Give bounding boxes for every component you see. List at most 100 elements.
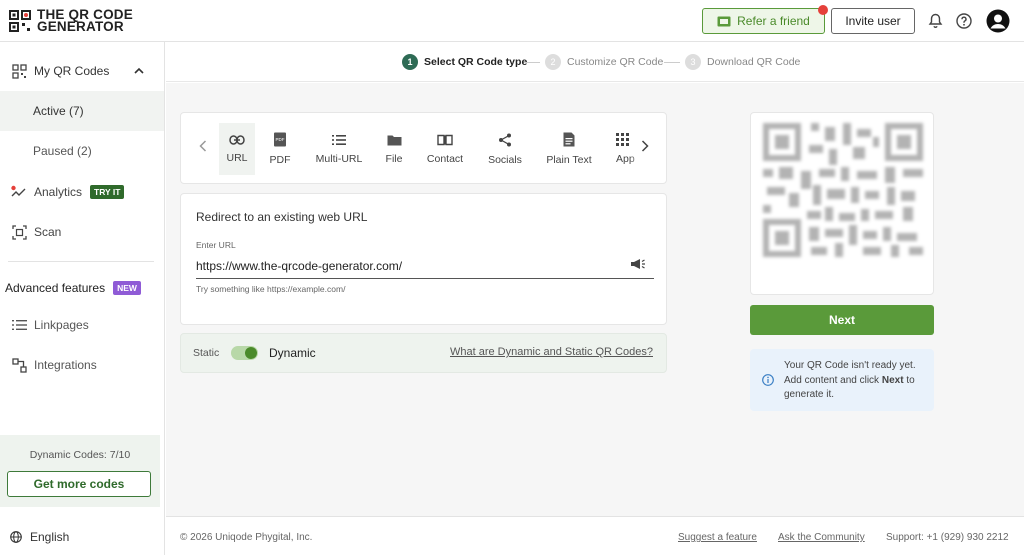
invite-user-button[interactable]: Invite user [831, 8, 915, 34]
info-text: Your QR Code isn't ready yet. Add conten… [784, 359, 926, 403]
integrations-icon [10, 356, 28, 374]
type-contact[interactable]: Contact [424, 123, 466, 175]
new-badge: NEW [113, 281, 141, 295]
sidebar-label: Paused (2) [33, 144, 92, 158]
bell-icon[interactable] [926, 12, 944, 30]
sidebar-item-linkpages[interactable]: Linkpages [0, 305, 164, 345]
support-phone: Support: +1 (929) 930 2212 [886, 532, 1009, 543]
type-label: Multi-URL [315, 152, 363, 165]
info-line: Add content and click [784, 374, 880, 386]
info-message: Your QR Code isn't ready yet. Add conten… [750, 349, 934, 411]
sidebar-item-active[interactable]: Active (7) [0, 91, 164, 131]
switch-knob [245, 347, 257, 359]
type-pdf[interactable]: PDF PDF [265, 123, 295, 175]
sidebar-label: Analytics [34, 185, 83, 199]
qr-mode-toggle-bar: Static Dynamic What are Dynamic and Stat… [180, 333, 667, 373]
pdf-file-icon: PDF [274, 132, 286, 147]
qr-types-help-link[interactable]: What are Dynamic and Static QR Codes? [450, 346, 653, 358]
sidebar-divider [8, 261, 154, 262]
step-1[interactable]: 1 Select QR Code type [402, 54, 527, 70]
static-dynamic-switch[interactable] [231, 346, 258, 360]
get-more-codes-label: Get more codes [33, 477, 125, 491]
chevron-right-icon[interactable] [641, 139, 649, 157]
footer: © 2026 Uniqode Phygital, Inc. Suggest a … [166, 516, 1024, 555]
stepper: 1 Select QR Code type 2 Customize QR Cod… [166, 42, 1024, 82]
info-icon [762, 374, 774, 389]
sidebar-item-analytics[interactable]: Analytics TRY IT [0, 172, 164, 212]
refer-friend-label: Refer a friend [737, 14, 810, 28]
qr-type-selector: URL PDF PDF Multi-URL File Contact Socia… [180, 112, 667, 184]
suggest-feature-link[interactable]: Suggest a feature [678, 532, 757, 543]
invite-user-label: Invite user [845, 14, 901, 28]
sidebar: My QR Codes Active (7) Paused (2) Analyt… [0, 42, 165, 555]
step-number: 1 [402, 54, 418, 70]
step-label: Download QR Code [707, 56, 801, 68]
scan-icon [10, 223, 28, 241]
sidebar-item-my-qr-codes[interactable]: My QR Codes [0, 51, 164, 91]
top-header: THE QR CODE GENERATOR Refer a friend Inv… [0, 0, 1024, 42]
type-file[interactable]: File [380, 123, 408, 175]
type-url[interactable]: URL [219, 123, 255, 175]
step-label: Select QR Code type [424, 56, 528, 68]
get-more-codes-button[interactable]: Get more codes [7, 471, 151, 497]
text-document-icon [563, 132, 575, 147]
static-label: Static [193, 347, 220, 359]
brand-logo[interactable]: THE QR CODE GENERATOR [9, 8, 133, 34]
step-2[interactable]: 2 Customize QR Code [545, 54, 663, 70]
type-label: Plain Text [546, 154, 592, 166]
sidebar-label: Integrations [34, 358, 97, 372]
globe-icon [10, 531, 22, 543]
type-plain-text[interactable]: Plain Text [542, 123, 596, 175]
qr-logo-icon [9, 10, 31, 32]
megaphone-icon[interactable] [630, 258, 646, 273]
qr-code-placeholder [763, 123, 923, 257]
link-icon [229, 134, 245, 145]
type-label: File [385, 152, 403, 165]
next-button[interactable]: Next [750, 305, 934, 335]
url-form-card: Redirect to an existing web URL Enter UR… [180, 193, 667, 325]
step-3[interactable]: 3 Download QR Code [685, 54, 800, 70]
dynamic-codes-panel: Dynamic Codes: 7/10 Get more codes [0, 435, 160, 507]
help-icon[interactable] [955, 12, 973, 30]
chevron-left-icon[interactable] [199, 139, 207, 157]
sidebar-label: Linkpages [34, 318, 89, 332]
dynamic-label: Dynamic [269, 346, 316, 360]
list-icon [332, 134, 346, 145]
chevron-up-icon[interactable] [134, 64, 144, 78]
type-label: PDF [269, 154, 291, 166]
advanced-features-heading: Advanced features NEW [0, 268, 164, 308]
brand-line-2: GENERATOR [37, 19, 124, 34]
language-selector[interactable]: English [10, 530, 69, 544]
qr-preview-card [750, 112, 934, 295]
brand-wordmark: THE QR CODE GENERATOR [37, 8, 133, 34]
refer-friend-button[interactable]: Refer a friend [702, 5, 828, 34]
analytics-trend-icon [10, 183, 28, 201]
try-it-badge: TRY IT [90, 185, 125, 199]
type-socials[interactable]: Socials [485, 123, 525, 175]
account-avatar-icon[interactable] [986, 9, 1010, 33]
type-multi-url[interactable]: Multi-URL [311, 123, 367, 175]
copyright: © 2026 Uniqode Phygital, Inc. [180, 532, 313, 543]
svg-text:PDF: PDF [276, 137, 285, 142]
type-label: Socials [488, 153, 522, 166]
sidebar-item-integrations[interactable]: Integrations [0, 345, 164, 385]
community-link[interactable]: Ask the Community [778, 532, 865, 543]
list-icon [10, 316, 28, 334]
section-heading: Advanced features [5, 281, 106, 295]
url-input[interactable] [196, 253, 654, 279]
step-label: Customize QR Code [567, 56, 664, 68]
sidebar-item-scan[interactable]: Scan [0, 212, 164, 252]
step-connector [524, 62, 540, 63]
qr-grid-icon [10, 62, 28, 80]
sidebar-label: My QR Codes [34, 64, 110, 78]
url-help-text: Try something like https://example.com/ [196, 284, 346, 294]
sidebar-item-paused[interactable]: Paused (2) [0, 131, 164, 171]
dynamic-codes-count: Dynamic Codes: 7/10 [29, 449, 131, 461]
share-icon [499, 133, 511, 146]
step-connector [664, 62, 680, 63]
sidebar-label: Active (7) [33, 104, 84, 118]
url-field-label: Enter URL [196, 240, 236, 250]
sidebar-label: Scan [34, 225, 62, 239]
contact-book-icon [437, 134, 453, 145]
folder-icon [387, 135, 401, 145]
